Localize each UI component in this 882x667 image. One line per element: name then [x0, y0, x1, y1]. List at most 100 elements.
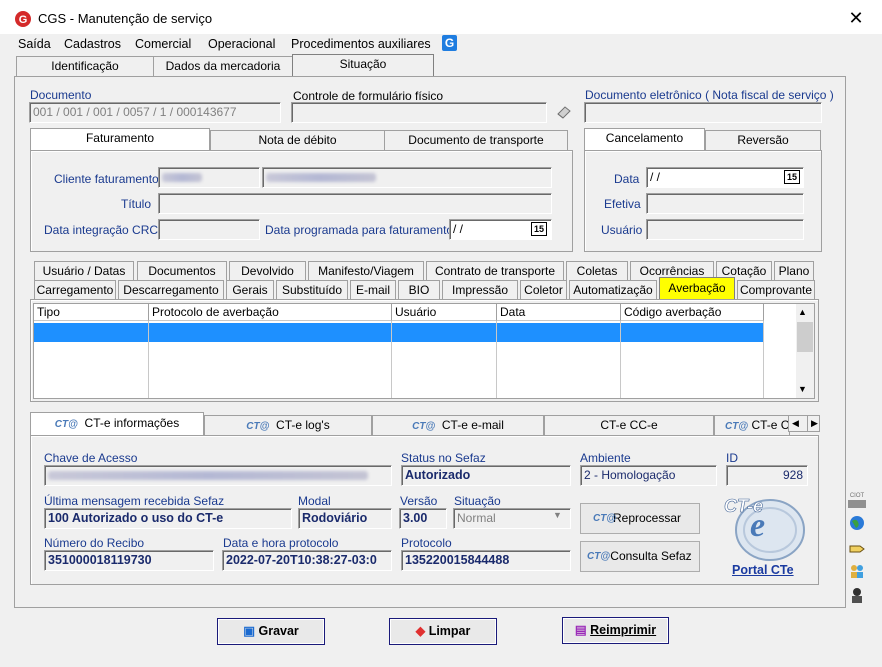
cte-icon: CT@ [587, 551, 611, 562]
cancel-usuario-label: Usuário [601, 223, 643, 237]
tab-cte-informacoes[interactable]: CT@ CT-e informações [30, 412, 204, 435]
titulo-label: Título [121, 197, 152, 211]
tab-usuario-datas[interactable]: Usuário / Datas [34, 261, 134, 280]
doc-eletronico-label: Documento eletrônico ( Nota fiscal de se… [585, 88, 834, 102]
cancel-data-field[interactable]: / / [646, 167, 804, 188]
tab-documentos[interactable]: Documentos [137, 261, 227, 280]
efetiva-field[interactable] [646, 193, 804, 214]
col-usuario[interactable]: Usuário [392, 304, 497, 321]
tab-situacao[interactable]: Situação [292, 54, 434, 77]
tab-nota-debito[interactable]: Nota de débito [210, 130, 385, 150]
chave-label: Chave de Acesso [44, 451, 138, 465]
col-protocolo[interactable]: Protocolo de averbação [149, 304, 392, 321]
scroll-up-icon[interactable]: ▲ [798, 307, 807, 317]
table-row-selected[interactable] [34, 323, 764, 342]
ambiente-field[interactable]: 2 - Homologação [580, 465, 717, 486]
id-field[interactable]: 928 [726, 465, 808, 486]
status-field[interactable]: Autorizado [401, 465, 571, 486]
scroll-thumb[interactable] [797, 322, 813, 352]
reimprimir-button[interactable]: ▤ Reimprimir [562, 617, 669, 644]
tab-descarregamento[interactable]: Descarregamento [118, 280, 224, 299]
data-protocolo-field[interactable]: 2022-07-20T10:38:27-03:0 [222, 550, 392, 571]
calendar-icon[interactable]: 15 [784, 170, 800, 184]
tab-averbacao[interactable]: Averbação [659, 277, 735, 299]
tab-coletor[interactable]: Coletor [520, 280, 567, 299]
tab-prev-icon[interactable]: ◀ [792, 416, 799, 431]
tab-cte-email[interactable]: CT@ CT-e e-mail [372, 415, 544, 435]
menu-saida[interactable]: Saída [18, 37, 51, 51]
tab-documento-transporte[interactable]: Documento de transporte [384, 130, 568, 150]
users-icon[interactable] [848, 562, 866, 580]
portal-cte-link[interactable]: Portal CTe [732, 563, 794, 577]
calendar-icon[interactable]: 15 [531, 222, 547, 236]
versao-field[interactable]: 3.00 [399, 508, 447, 529]
close-icon[interactable]: ✕ [846, 6, 866, 30]
gravar-button[interactable]: ▣ Gravar [217, 618, 325, 645]
tab-coletas[interactable]: Coletas [566, 261, 628, 280]
tab-manifesto-viagem[interactable]: Manifesto/Viagem [308, 261, 424, 280]
col-tipo[interactable]: Tipo [34, 304, 149, 321]
tab-cte-cce[interactable]: CT-e CC-e [544, 415, 714, 435]
tab-bio[interactable]: BIO [398, 280, 440, 299]
menu-procedimentos[interactable]: Procedimentos auxiliares [291, 37, 431, 51]
ambiente-label: Ambiente [580, 451, 631, 465]
col-data[interactable]: Data [497, 304, 621, 321]
tab-next-icon[interactable]: ▶ [807, 416, 818, 431]
doc-eletronico-field[interactable] [584, 102, 822, 123]
menu-operacional[interactable]: Operacional [208, 37, 275, 51]
cancel-usuario-field[interactable] [646, 219, 804, 240]
tab-identificacao[interactable]: Identificação [16, 56, 154, 77]
hand-pointer-icon[interactable] [848, 538, 866, 556]
reprocessar-button[interactable]: CT@ Reprocessar [580, 503, 700, 534]
documento-field[interactable]: 001 / 001 / 001 / 0057 / 1 / 000143677 [29, 102, 281, 123]
consulta-sefaz-button[interactable]: CT@ Consulta Sefaz [580, 541, 700, 572]
printer-icon: ▤ [574, 623, 587, 637]
tab-email[interactable]: E-mail [350, 280, 396, 299]
tab-plano[interactable]: Plano [774, 261, 814, 280]
limpar-button[interactable]: ◆ Limpar [389, 618, 497, 645]
help-icon[interactable]: G [442, 35, 457, 51]
tab-comprovante[interactable]: Comprovante [737, 280, 815, 299]
cte-logo: e CT-e [724, 496, 805, 561]
tab-cte-c[interactable]: CT@ CT-e C [714, 415, 790, 435]
tab-automatizacao[interactable]: Automatização [569, 280, 657, 299]
menu-comercial[interactable]: Comercial [135, 37, 191, 51]
cliente-nome-field[interactable] [262, 167, 552, 188]
user-settings-icon[interactable] [848, 586, 866, 604]
tab-substituido[interactable]: Substituído [276, 280, 348, 299]
tab-reversao[interactable]: Reversão [705, 130, 821, 150]
controle-field[interactable] [291, 102, 547, 123]
modal-field[interactable]: Rodoviário [298, 508, 392, 529]
globe-icon[interactable] [848, 514, 866, 532]
versao-label: Versão [400, 494, 438, 508]
tab-cte-logs[interactable]: CT@ CT-e log's [204, 415, 372, 435]
situacao-label: Situação [454, 494, 501, 508]
data-crc-field[interactable] [158, 219, 260, 240]
grid-scrollbar[interactable]: ▲ ▼ [796, 304, 814, 398]
tab-gerais[interactable]: Gerais [226, 280, 274, 299]
eraser-icon[interactable] [555, 104, 573, 120]
chevron-down-icon[interactable]: ▼ [553, 510, 562, 520]
chave-field[interactable] [44, 465, 392, 486]
tab-devolvido[interactable]: Devolvido [229, 261, 306, 280]
recibo-field[interactable]: 351000018119730 [44, 550, 214, 571]
tab-scroll-buttons[interactable]: ◀ ▶ [788, 415, 820, 432]
ultima-field[interactable]: 100 Autorizado o uso do CT-e [44, 508, 292, 529]
ciot-icon[interactable] [848, 500, 866, 508]
tab-dados-mercadoria[interactable]: Dados da mercadoria [153, 56, 293, 77]
cliente-faturamento-label: Cliente faturamento [54, 172, 159, 186]
tab-carregamento[interactable]: Carregamento [34, 280, 116, 299]
svg-text:CT-e: CT-e [724, 496, 763, 516]
tab-contrato-transporte[interactable]: Contrato de transporte [426, 261, 564, 280]
menu-cadastros[interactable]: Cadastros [64, 37, 121, 51]
titulo-field[interactable] [158, 193, 552, 214]
tab-cancelamento[interactable]: Cancelamento [584, 128, 705, 150]
tab-faturamento[interactable]: Faturamento [30, 128, 210, 150]
protocolo-field[interactable]: 135220015844488 [401, 550, 571, 571]
cliente-codigo-field[interactable] [158, 167, 260, 188]
averbacao-grid[interactable]: Tipo Protocolo de averbação Usuário Data… [33, 303, 815, 399]
data-programada-label: Data programada para faturamento [265, 223, 454, 237]
scroll-down-icon[interactable]: ▼ [798, 384, 807, 394]
col-codigo[interactable]: Código averbação [621, 304, 764, 321]
tab-impressao[interactable]: Impressão [442, 280, 518, 299]
